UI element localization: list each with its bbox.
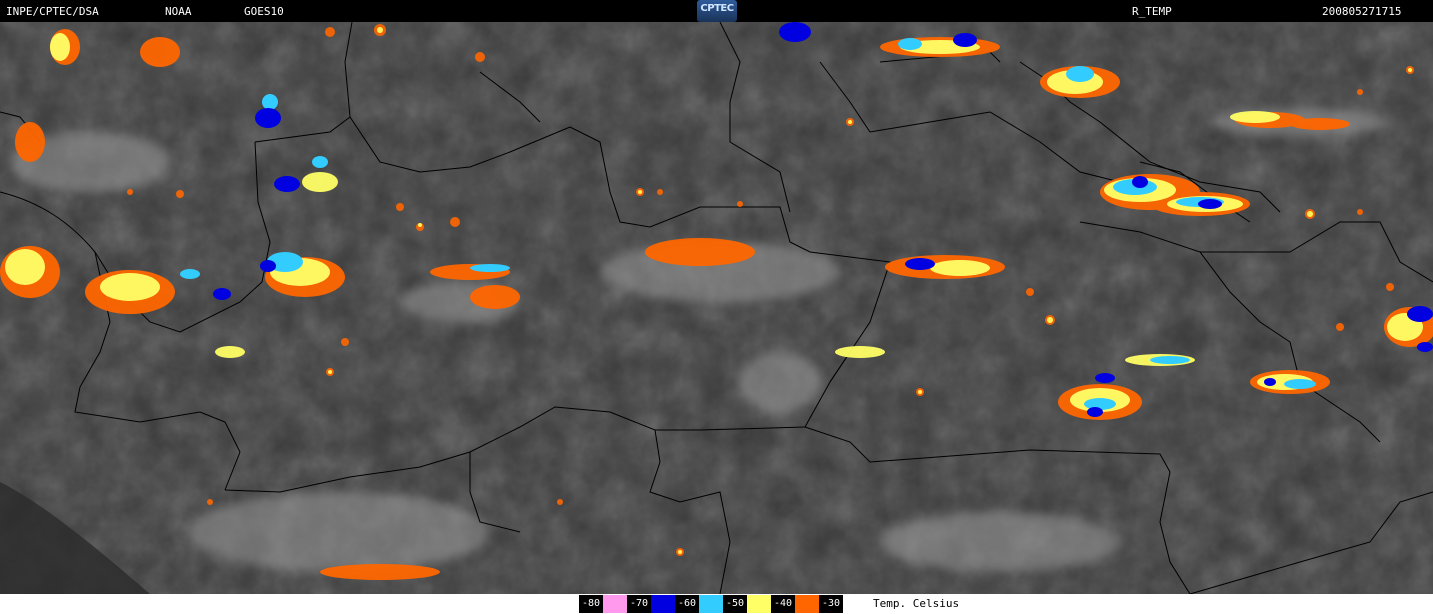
temperature-legend: -80 -70 -60 -50 -40 -30 Temp. Celsius <box>579 595 959 613</box>
agency-label: NOAA <box>165 5 192 18</box>
legend-value: -50 <box>723 595 747 613</box>
legend-item: -60 <box>675 595 723 613</box>
legend-item: -40 <box>771 595 819 613</box>
legend-value: -40 <box>771 595 795 613</box>
legend-swatch <box>843 595 867 613</box>
satellite-map <box>0 22 1433 594</box>
legend-value: -30 <box>819 595 843 613</box>
legend-value: -70 <box>627 595 651 613</box>
organization-label: INPE/CPTEC/DSA <box>6 5 99 18</box>
legend-item: -70 <box>627 595 675 613</box>
legend-swatch <box>747 595 771 613</box>
legend-swatch <box>651 595 675 613</box>
legend-unit-label: Temp. Celsius <box>873 597 960 610</box>
legend-value: -80 <box>579 595 603 613</box>
legend-item: -30 <box>819 595 867 613</box>
satellite-label: GOES10 <box>244 5 284 18</box>
cloud-texture <box>0 22 1433 594</box>
legend-swatch <box>795 595 819 613</box>
product-label: R_TEMP <box>1132 5 1172 18</box>
header-bar: INPE/CPTEC/DSA NOAA GOES10 CPTEC R_TEMP … <box>0 0 1433 22</box>
legend-swatch <box>699 595 723 613</box>
cptec-logo: CPTEC <box>697 0 737 22</box>
satellite-imagery <box>0 22 1433 594</box>
legend-item: -50 <box>723 595 771 613</box>
legend-swatch <box>603 595 627 613</box>
satellite-image-viewer: INPE/CPTEC/DSA NOAA GOES10 CPTEC R_TEMP … <box>0 0 1433 614</box>
legend-value: -60 <box>675 595 699 613</box>
timestamp-label: 200805271715 <box>1322 5 1402 18</box>
legend-bar: -80 -70 -60 -50 -40 -30 Temp. Celsius <box>0 594 1433 614</box>
legend-item: -80 <box>579 595 627 613</box>
